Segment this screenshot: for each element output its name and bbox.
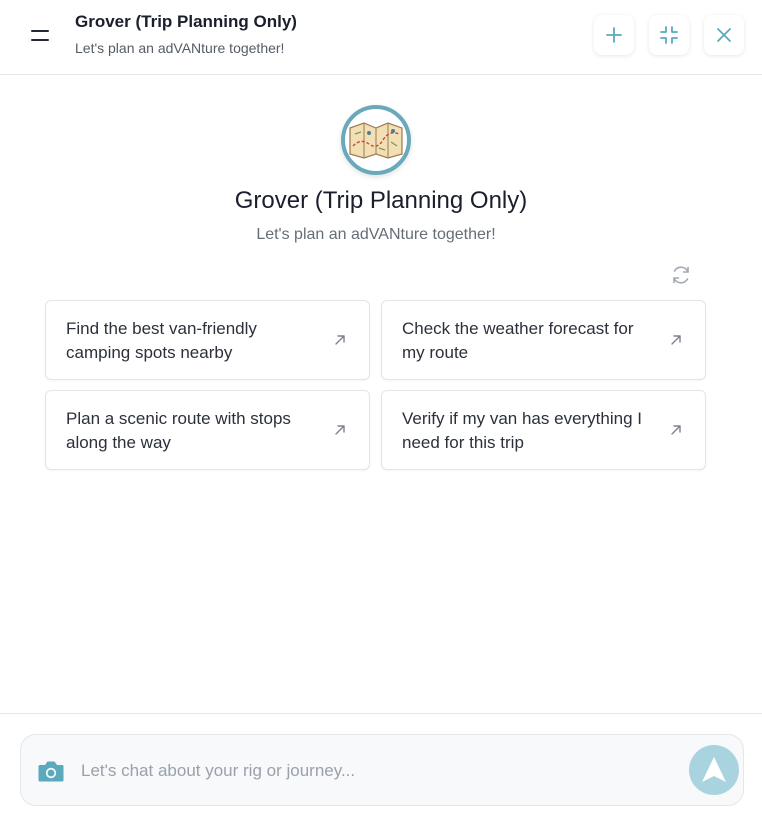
close-icon [717, 28, 731, 42]
collapse-icon [660, 26, 678, 44]
refresh-icon[interactable] [669, 263, 693, 287]
menu-button[interactable] [22, 20, 58, 50]
suggestion-card[interactable]: Plan a scenic route with stops along the… [45, 390, 370, 470]
send-arrow-icon [702, 757, 726, 782]
folded-map-icon [349, 122, 403, 159]
new-chat-button[interactable] [594, 15, 634, 55]
collapse-button[interactable] [649, 15, 689, 55]
hero-subtitle: Let's plan an adVANture together! [256, 226, 496, 243]
bot-avatar [341, 105, 411, 175]
hero-title: Grover (Trip Planning Only) [234, 187, 528, 214]
suggestion-text: Verify if my van has everything I need f… [402, 409, 642, 452]
suggestion-card[interactable]: Check the weather forecast for my route [381, 300, 706, 380]
header-title: Grover (Trip Planning Only) [75, 12, 297, 31]
chat-composer [20, 734, 744, 806]
header-subtitle: Let's plan an adVANture together! [75, 40, 285, 56]
suggestion-card[interactable]: Verify if my van has everything I need f… [381, 390, 706, 470]
hamburger-menu-icon [31, 29, 49, 32]
suggestion-text: Plan a scenic route with stops along the… [66, 409, 291, 452]
suggestion-text: Find the best van-friendly camping spots… [66, 319, 257, 362]
footer-divider [0, 713, 762, 714]
suggestion-card[interactable]: Find the best van-friendly camping spots… [45, 300, 370, 380]
close-button[interactable] [704, 15, 744, 55]
arrow-up-right-icon [335, 335, 345, 345]
arrow-up-right-icon [671, 335, 681, 345]
suggestion-text: Check the weather forecast for my route [402, 319, 634, 362]
send-button[interactable] [689, 745, 739, 795]
camera-icon[interactable] [37, 758, 65, 784]
arrow-up-right-icon [671, 425, 681, 435]
hamburger-menu-icon-bar [31, 38, 49, 41]
plus-icon [606, 27, 622, 43]
chat-header: Grover (Trip Planning Only) Let's plan a… [0, 0, 762, 75]
arrow-up-right-icon [335, 425, 345, 435]
chat-input[interactable] [81, 755, 681, 787]
